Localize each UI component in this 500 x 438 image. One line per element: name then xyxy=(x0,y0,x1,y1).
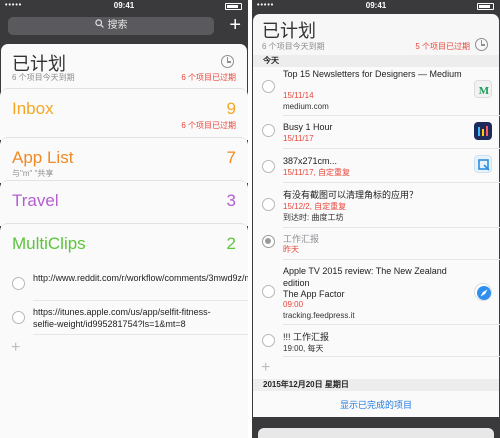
list-count: 9 xyxy=(226,99,236,118)
checkbox-circle[interactable] xyxy=(262,124,275,137)
show-completed-button[interactable]: 显示已完成的项目 xyxy=(253,393,499,417)
checkbox-circle[interactable] xyxy=(12,277,25,290)
item-title: !!! 工作汇报 xyxy=(283,332,330,342)
alarm-clock-icon xyxy=(221,55,234,68)
status-bar: ••••• 09:41 xyxy=(252,0,500,14)
search-placeholder: 搜索 xyxy=(107,20,128,31)
add-item-button[interactable]: + xyxy=(261,360,270,376)
add-list-button[interactable]: + xyxy=(229,15,241,35)
search-icon xyxy=(94,17,104,35)
calendar-app-icon xyxy=(474,122,492,140)
battery-icon xyxy=(477,3,494,10)
list-count: 2 xyxy=(226,234,236,253)
divider xyxy=(283,148,500,149)
list-shared-with: 与"m" "共享 xyxy=(12,169,54,178)
scheduled-subtitle: 6 个项目今天到期 xyxy=(262,42,325,51)
safari-icon xyxy=(474,283,492,301)
divider xyxy=(33,334,248,335)
status-time: 09:41 xyxy=(365,1,387,10)
item-date: 15/11/17, 自定重复 xyxy=(283,168,350,177)
list-count: 3 xyxy=(226,191,236,210)
list-name: App List xyxy=(12,148,74,167)
divider xyxy=(283,182,500,183)
item-date: 15/11/17 xyxy=(283,134,314,143)
status-bar: ••••• 09:41 xyxy=(0,0,248,14)
scheduled-title: 已计划 xyxy=(262,21,316,41)
battery-icon xyxy=(225,3,242,10)
item-text: https://itunes.apple.com/us/app/selfit-f… xyxy=(33,307,211,329)
list-name: Inbox xyxy=(12,99,54,118)
search-row: 搜索 + xyxy=(0,14,248,38)
list-name: MultiClips xyxy=(12,234,86,253)
section-header-date: 2015年12月20日 星期日 xyxy=(253,379,499,391)
scheduled-overdue: 6 个项目已过期 xyxy=(181,73,236,82)
item-title: 有没有截图可以清理角标的应用？ xyxy=(283,190,419,200)
checkbox-circle[interactable] xyxy=(262,334,275,347)
checkbox-circle[interactable] xyxy=(262,285,275,298)
list-name: Travel xyxy=(12,191,59,210)
item-title: 387x271cm... xyxy=(283,156,338,166)
scheduled-subtitle: 6 个项目今天到期 xyxy=(12,73,75,82)
checkbox-circle[interactable] xyxy=(262,198,275,211)
item-title: Busy 1 Hour xyxy=(283,122,333,132)
item-text: http://www.reddit.com/r/workflow/comment… xyxy=(33,273,248,283)
right-screen: ••••• 09:41 已计划 6 个项目今天到期 5 个项目已过期 今天 To… xyxy=(252,0,500,438)
signal-indicator: ••••• xyxy=(257,2,275,9)
section-header-today: 今天 xyxy=(253,55,499,67)
medium-icon: M xyxy=(474,80,492,98)
add-item-button[interactable]: + xyxy=(11,340,20,356)
item-date: 昨天 xyxy=(283,245,299,254)
alarm-clock-icon xyxy=(475,38,488,51)
search-field[interactable]: 搜索 xyxy=(8,17,214,35)
list-travel[interactable]: Travel 3 xyxy=(0,180,248,226)
item-title: Apple TV 2015 review: The New Zealand ed… xyxy=(283,266,447,288)
signal-indicator: ••••• xyxy=(5,2,23,9)
checkbox-circle[interactable] xyxy=(262,160,275,173)
screenshot-app-icon xyxy=(474,155,492,173)
checkbox-circle[interactable] xyxy=(12,311,25,324)
item-title: Top 15 Newsletters for Designers — Mediu… xyxy=(283,69,462,79)
status-time: 09:41 xyxy=(113,1,135,10)
item-url: tracking.feedpress.it xyxy=(283,311,355,320)
divider xyxy=(283,324,500,325)
svg-text:M: M xyxy=(479,85,490,97)
checkbox-circle-checked[interactable] xyxy=(262,235,275,248)
divider xyxy=(283,356,500,357)
left-screen: ••••• 09:41 搜索 + 已计划 6 个项目今天到期 6 个项目已过期 … xyxy=(0,0,248,438)
item-url: medium.com xyxy=(283,102,329,111)
checkbox-circle[interactable] xyxy=(262,80,275,93)
scheduled-overdue: 5 个项目已过期 xyxy=(415,42,470,51)
next-card-peek xyxy=(258,428,494,438)
item-location: 到达时: 曲度工坊 xyxy=(283,213,344,222)
list-multiclips[interactable]: MultiClips 2 xyxy=(0,223,248,438)
item-date: 19:00, 每天 xyxy=(283,344,324,353)
list-count: 7 xyxy=(226,148,236,167)
list-app-list[interactable]: App List 7 与"m" "共享 xyxy=(0,137,248,183)
divider xyxy=(33,300,248,301)
divider xyxy=(283,227,500,228)
divider xyxy=(283,115,500,116)
list-inbox[interactable]: Inbox 9 6 个项目已过期 xyxy=(0,88,248,140)
list-overdue: 6 个项目已过期 xyxy=(181,121,236,130)
divider xyxy=(283,259,500,260)
